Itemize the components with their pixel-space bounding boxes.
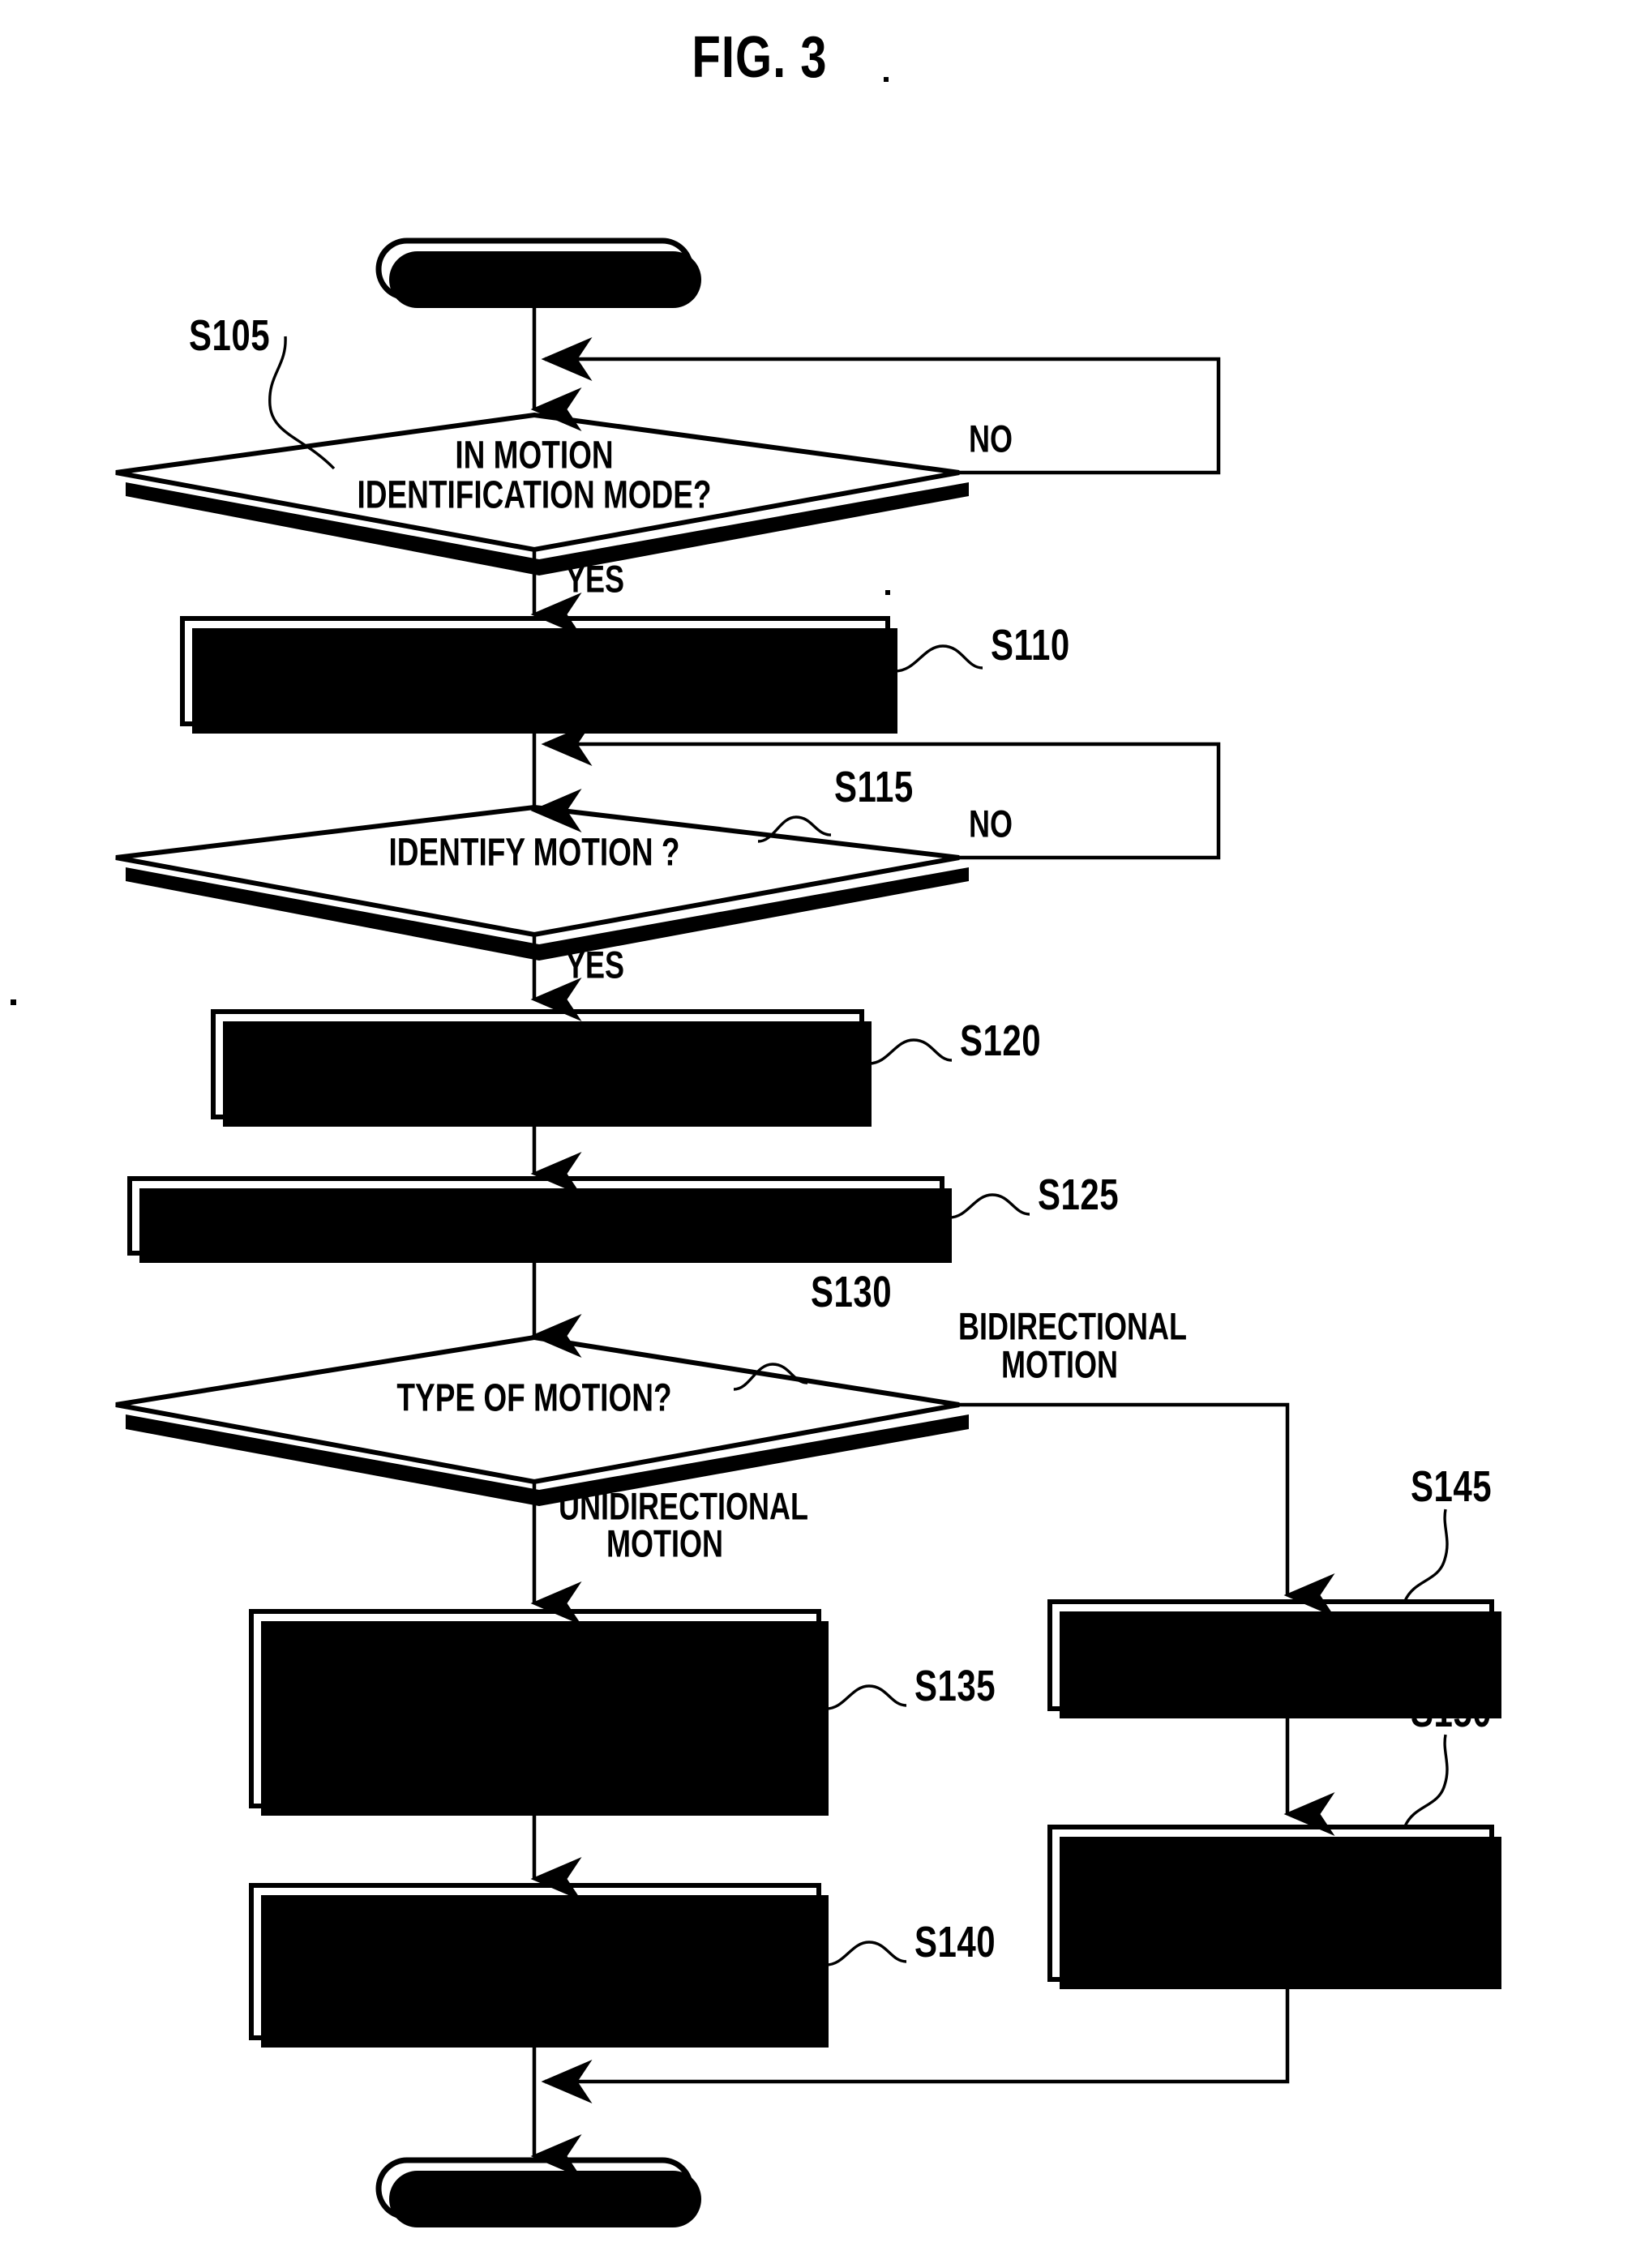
label-yes-1: YES: [566, 558, 624, 601]
figure-title: FIG. 3: [692, 24, 827, 90]
edge-s105-no-loop: [541, 337, 1221, 475]
label-bidirectional-1: BIDIRECTIONAL: [958, 1305, 1187, 1348]
s110-line2: COMMAND TRANSMISSION APPARATUS: [242, 667, 829, 711]
s135-line3: TRANSMISSION APPARATUS: [325, 1705, 744, 1749]
s120-line1: IDENTIFY ELECTRONIC DEVICE: [308, 1016, 768, 1059]
node-s110: DETECT LOCATION OF CONTROL COMMAND TRANS…: [180, 616, 897, 734]
node-s150: STORE RETRIEVED DATA IN COMMAND CONTROL …: [1047, 1825, 1501, 1989]
scan-speck: [884, 77, 889, 82]
s130-ref-label: S130: [811, 1268, 892, 1316]
s125-line1: ACTIVATE IDENTIFIED ELECTRONIC DEVICE: [214, 1193, 858, 1237]
s150-line3: TRANSMISSION APPARATUS: [1060, 1924, 1480, 1968]
s135-ref-leader: [825, 1684, 907, 1710]
label-yes-2: YES: [566, 944, 624, 986]
s110-ref-label: S110: [991, 621, 1070, 670]
node-s105: IN MOTION IDENTIFICATION MODE?: [115, 412, 969, 576]
edge-s130-bidirectional: [959, 1402, 1335, 1617]
s145-line1: RETRIEVE DATA FROM: [1104, 1607, 1437, 1651]
label-unidirectional-2: MOTION: [606, 1522, 723, 1565]
node-s140: TRANSMIT COMMAND TO APPLY TRANSMITTED DA…: [249, 1883, 829, 2048]
s120-ref-label: S120: [960, 1016, 1041, 1065]
node-s135: TRANSMIT DATA PRE-STORED IN COMMAND CONT…: [249, 1609, 829, 1816]
s115-ref-label: S115: [834, 763, 914, 811]
s130-line1: TYPE OF MOTION?: [396, 1376, 671, 1420]
s105-ref-label: S105: [189, 311, 270, 360]
node-s130: TYPE OF MOTION?: [115, 1334, 969, 1506]
label-no-1: NO: [969, 417, 1013, 460]
s135-line4: TO ELECTRONIC DEVICE: [353, 1750, 717, 1794]
s110-line1: DETECT LOCATION OF CONTROL: [290, 623, 780, 666]
figure-root: FIG. 3 START IN MOTION IDENTIFICATION MO…: [0, 0, 1649, 2268]
s105-line2: IDENTIFICATION MODE?: [357, 473, 711, 517]
s150-ref-leader: [1403, 1734, 1449, 1827]
flowchart-canvas: FIG. 3 START IN MOTION IDENTIFICATION MO…: [11, 24, 1501, 2227]
scan-speck: [885, 590, 890, 595]
s140-line1: TRANSMIT COMMAND: [374, 1892, 697, 1936]
scan-speck: [11, 999, 16, 1005]
node-s120: IDENTIFY ELECTRONIC DEVICE LOCATED IN DI…: [211, 1009, 872, 1127]
s140-line2: TO APPLY TRANSMITTED DATA: [307, 1937, 763, 1981]
s135-ref-label: S135: [914, 1662, 996, 1710]
s135-line2: IN COMMAND CONTROL: [358, 1661, 713, 1705]
s140-ref-leader: [825, 1941, 907, 1966]
s120-ref-leader: [868, 1038, 953, 1065]
s150-line2: IN COMMAND CONTROL: [1093, 1879, 1448, 1923]
s135-line1: TRANSMIT DATA PRE-STORED: [312, 1616, 757, 1660]
label-bidirectional-2: MOTION: [1001, 1343, 1118, 1386]
s140-ref-label: S140: [914, 1918, 996, 1966]
s125-ref-leader: [949, 1193, 1030, 1219]
node-s125: ACTIVATE IDENTIFIED ELECTRONIC DEVICE: [127, 1176, 952, 1263]
s140-line3: TO ELECTRONIC DEVICE: [353, 1983, 717, 2026]
s110-ref-leader: [894, 644, 983, 673]
label-no-2: NO: [969, 802, 1013, 845]
start-label: START: [482, 246, 587, 290]
node-start: START: [375, 237, 701, 308]
node-s115: IDENTIFY MOTION ?: [115, 804, 969, 961]
label-unidirectional-1: UNIDIRECTIONAL: [559, 1485, 808, 1528]
s115-line1: IDENTIFY MOTION ?: [388, 831, 679, 875]
s120-line2: LOCATED IN DIRECTION OF MOTION: [271, 1060, 803, 1104]
s145-line2: ELECTRONIC DEVICE: [1113, 1653, 1428, 1697]
s125-ref-label: S125: [1038, 1170, 1119, 1219]
node-end: E N D: [375, 2157, 701, 2227]
s145-ref-label: S145: [1411, 1462, 1492, 1511]
s150-line1: STORE RETRIEVED DATA: [1086, 1834, 1455, 1877]
end-label: E N D: [479, 2165, 597, 2210]
s145-ref-leader: [1403, 1508, 1449, 1602]
s105-line1: IN MOTION: [455, 434, 613, 477]
s150-ref-label: S150: [1411, 1688, 1492, 1736]
